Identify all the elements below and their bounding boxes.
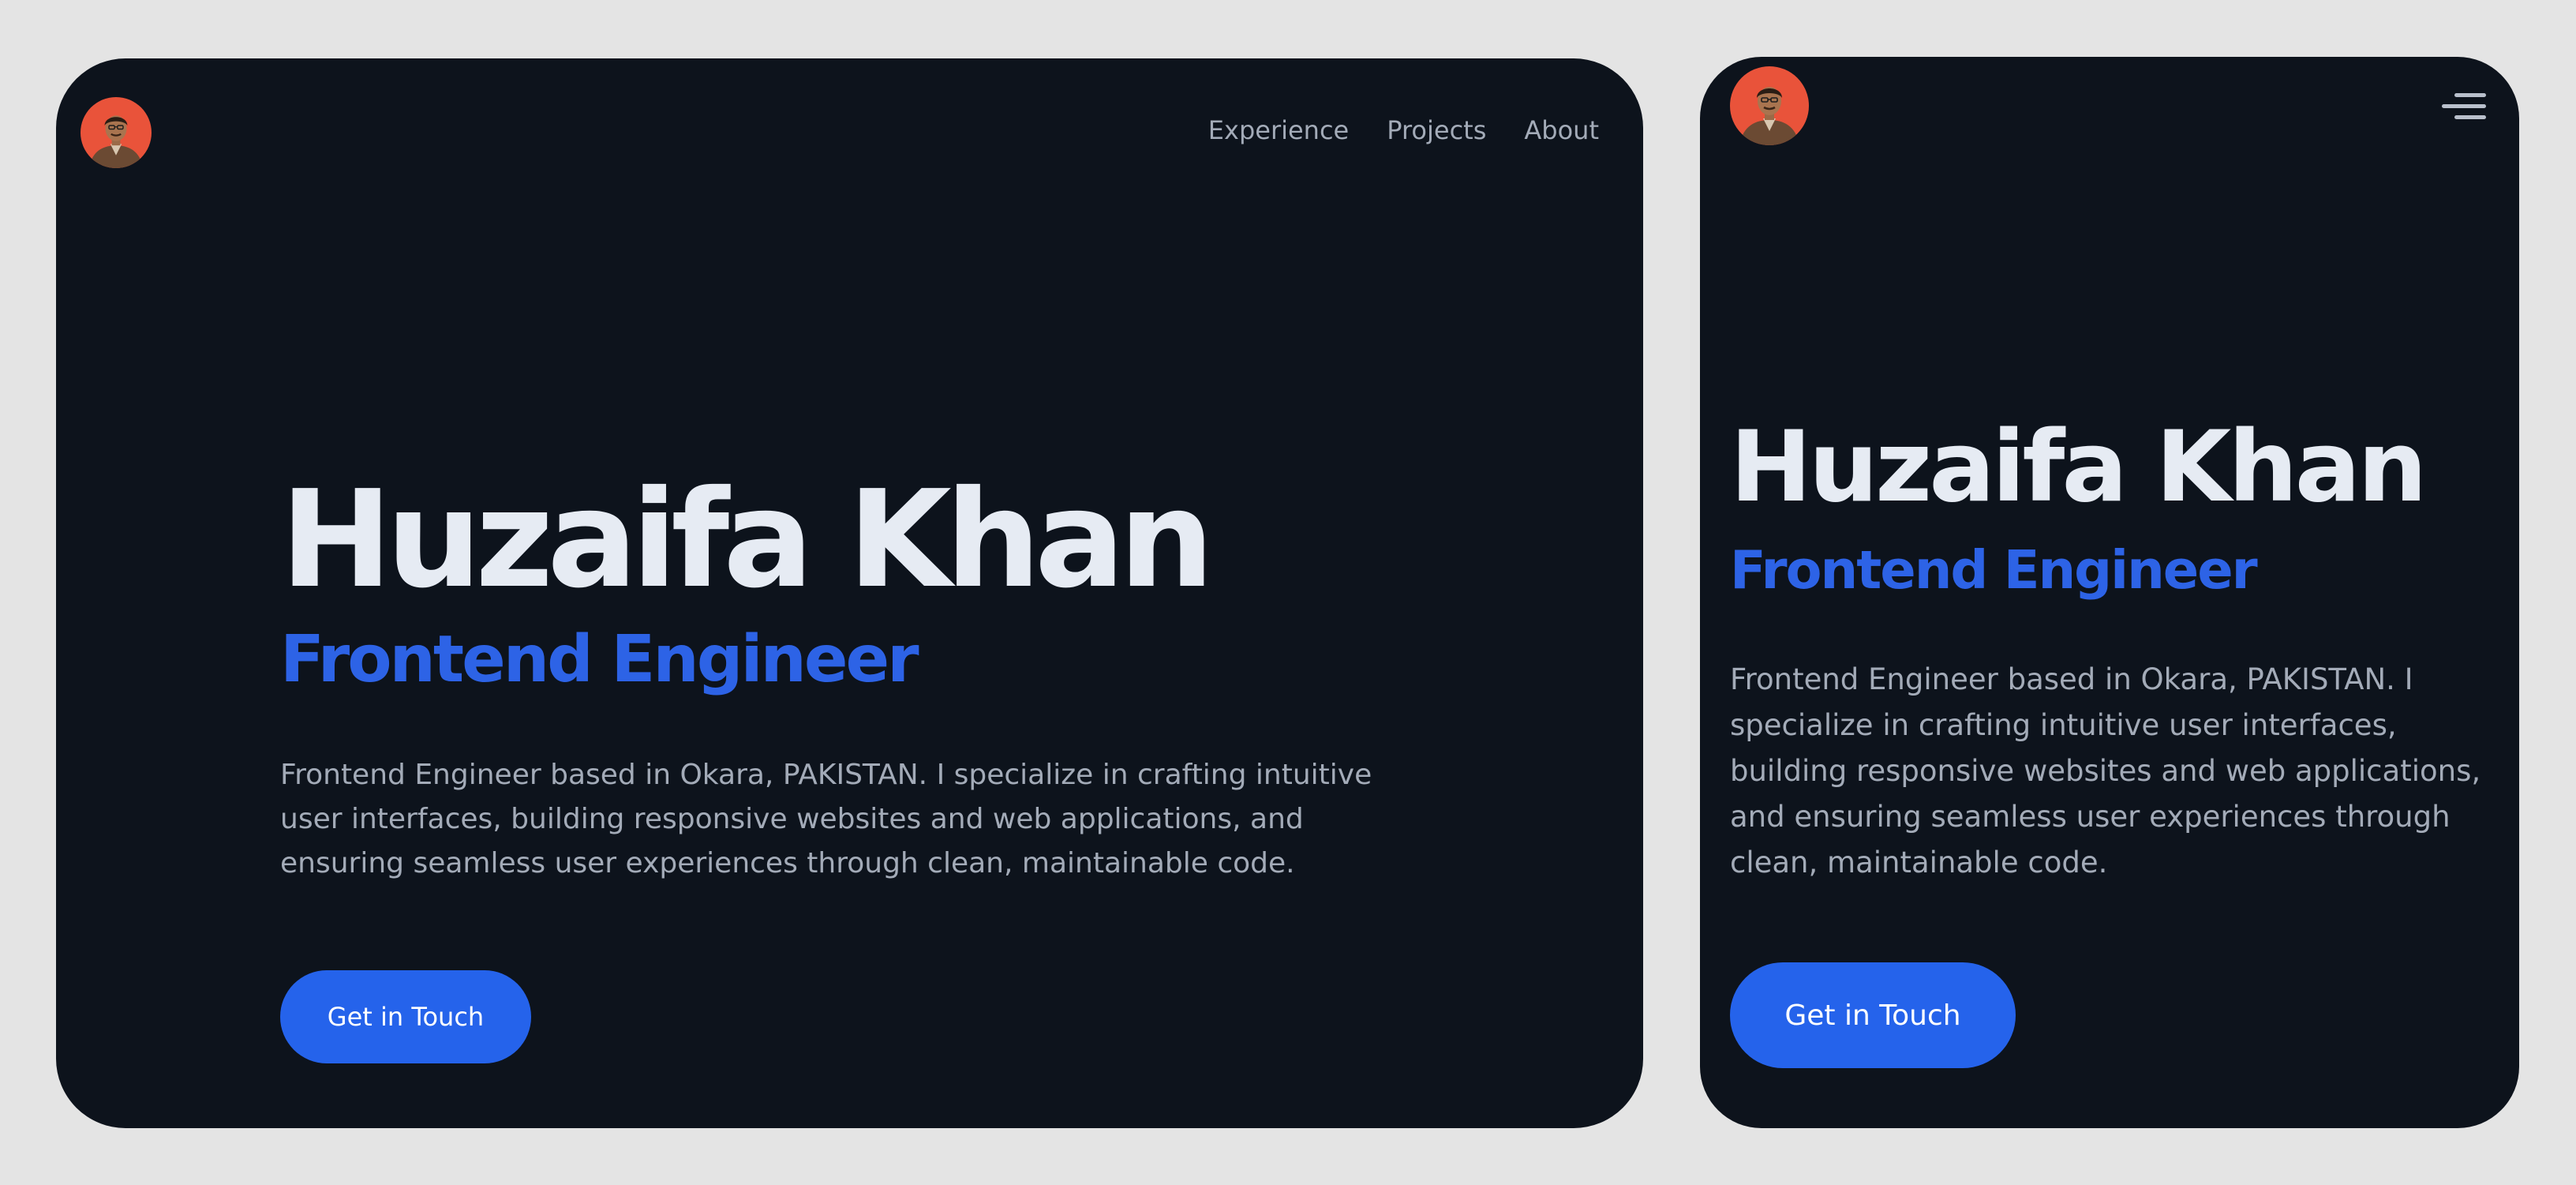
avatar[interactable]: [80, 97, 152, 168]
nav-link-projects[interactable]: Projects: [1387, 111, 1486, 150]
get-in-touch-button[interactable]: Get in Touch: [280, 970, 531, 1063]
get-in-touch-button[interactable]: Get in Touch: [1730, 962, 2016, 1068]
hero-role: Frontend Engineer: [1730, 539, 2258, 601]
menu-line: [2442, 104, 2486, 108]
hero-name: Huzaifa Khan: [280, 462, 1215, 618]
avatar-image: [1730, 66, 1809, 145]
hero-role: Frontend Engineer: [280, 622, 919, 697]
hero-bio: Frontend Engineer based in Okara, PAKIST…: [280, 759, 1372, 879]
nav-link-experience[interactable]: Experience: [1208, 111, 1349, 150]
mobile-preview-card: Huzaifa Khan Frontend Engineer Frontend …: [1700, 57, 2519, 1128]
avatar-image: [80, 97, 152, 168]
nav-link-about[interactable]: About: [1524, 111, 1599, 150]
hero-name: Huzaifa Khan: [1730, 411, 2428, 524]
menu-line: [2454, 93, 2486, 97]
menu-line: [2454, 115, 2486, 119]
desktop-preview-card: Experience Projects About Huzaifa Khan F…: [56, 58, 1643, 1128]
avatar[interactable]: [1730, 66, 1809, 145]
hamburger-menu-icon[interactable]: [2439, 87, 2489, 134]
hero-bio: Frontend Engineer based in Okara, PAKIST…: [1730, 662, 2481, 879]
top-nav: Experience Projects About: [1208, 111, 1599, 150]
